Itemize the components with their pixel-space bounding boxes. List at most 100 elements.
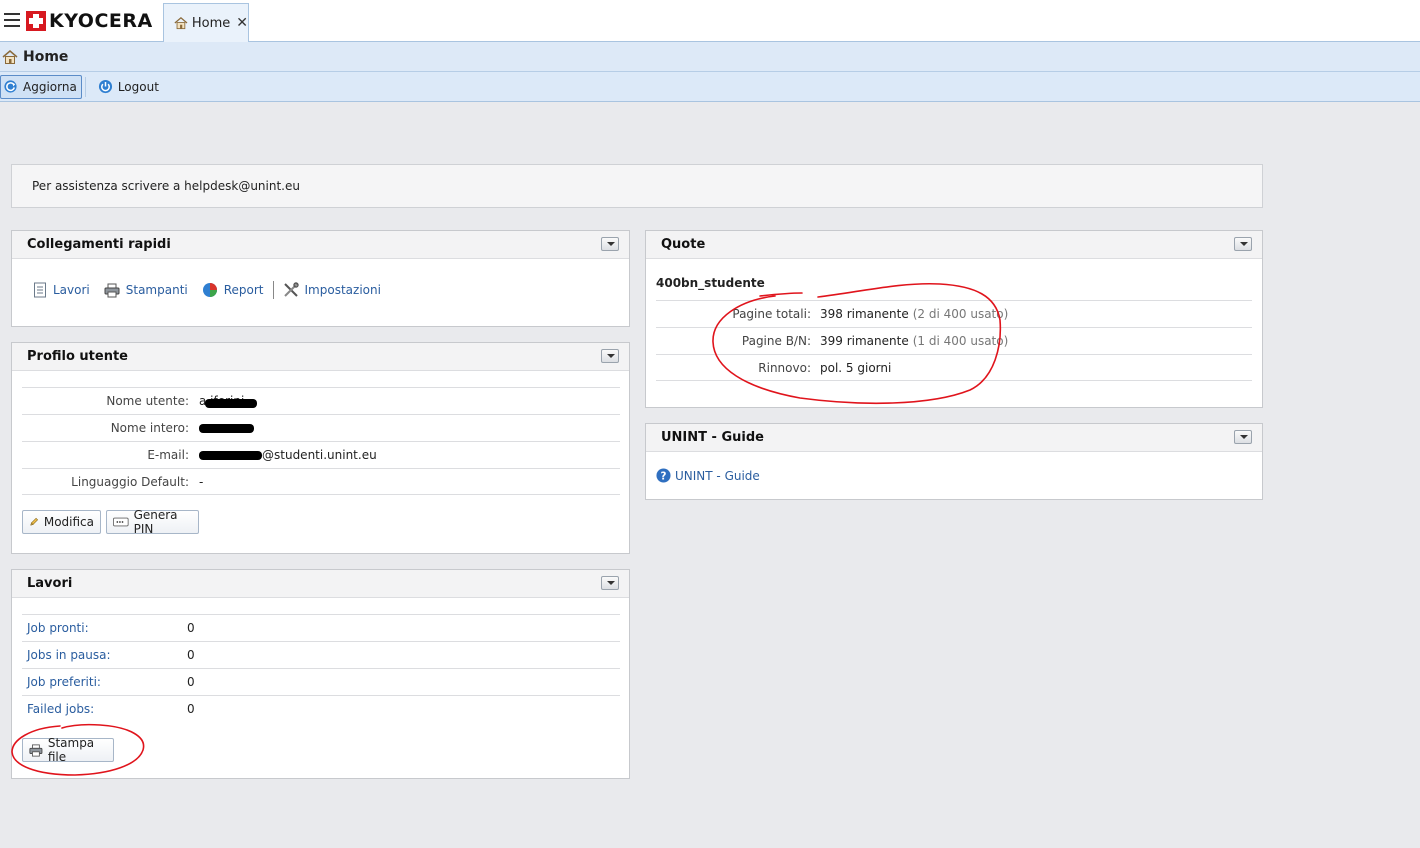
- panel-title: Lavori: [27, 576, 73, 591]
- jobs-row-ready: Job pronti: 0: [22, 614, 620, 641]
- guide-link-label: UNINT - Guide: [675, 468, 760, 483]
- pencil-icon: [30, 517, 39, 526]
- refresh-icon: [4, 80, 17, 93]
- refresh-button[interactable]: Aggiorna: [0, 74, 82, 99]
- chevron-down-icon[interactable]: [601, 576, 619, 590]
- jobs-panel: Lavori Job pronti: 0 Jobs in pausa: 0 Jo…: [11, 569, 630, 779]
- guide-panel: UNINT - Guide ? UNINT - Guide: [645, 423, 1263, 500]
- chevron-down-icon[interactable]: [1234, 237, 1252, 251]
- jobs-paused-link[interactable]: Jobs in pausa:: [22, 648, 187, 662]
- profile-row-email: E-mail: @studenti.unint.eu: [22, 441, 620, 468]
- chevron-down-icon[interactable]: [601, 237, 619, 251]
- quota-label: Pagine totali:: [732, 307, 811, 321]
- quota-profile-name: 400bn_studente: [656, 276, 765, 290]
- quick-link-jobs[interactable]: Lavori: [33, 282, 90, 298]
- logout-button[interactable]: Logout: [96, 75, 163, 99]
- jobs-failed-count: 0: [187, 702, 195, 716]
- quick-link-divider: [272, 281, 274, 299]
- redaction-mark: [199, 424, 254, 433]
- kyocera-logo: KYOCERA: [26, 9, 153, 33]
- email-value: @studenti.unint.eu: [262, 448, 377, 462]
- panel-title: Collegamenti rapidi: [27, 237, 171, 252]
- edit-profile-label: Modifica: [43, 515, 94, 529]
- redaction-mark: [205, 399, 257, 408]
- keypad-icon: [113, 517, 129, 527]
- jobs-ready-link[interactable]: Job pronti:: [22, 621, 187, 635]
- panel-header: Quote: [646, 231, 1262, 259]
- quota-row-bw: Pagine B/N: 399 rimanente (1 di 400 usat…: [656, 327, 1252, 354]
- quota-detail: (1 di 400 usato): [912, 334, 1009, 348]
- quota-value: 399 rimanente: [820, 334, 909, 348]
- panel-title: Quote: [661, 237, 706, 252]
- quota-detail: (2 di 400 usato): [912, 307, 1009, 321]
- power-icon: [98, 79, 112, 94]
- quota-label: Pagine B/N:: [741, 334, 811, 348]
- top-bar: KYOCERA Home ✕: [0, 0, 1420, 42]
- guide-link[interactable]: ? UNINT - Guide: [656, 468, 760, 483]
- jobs-row-favorites: Job preferiti: 0: [22, 668, 620, 695]
- jobs-failed-link[interactable]: Failed jobs:: [22, 702, 187, 716]
- quota-row-renewal: Rinnovo: pol. 5 giorni: [656, 354, 1252, 381]
- pie-chart-icon: [202, 283, 217, 297]
- profile-value: @studenti.unint.eu: [199, 448, 377, 462]
- quick-link-label: Stampanti: [125, 283, 188, 297]
- profile-label: E-mail:: [147, 448, 189, 462]
- print-file-label: Stampa file: [47, 736, 95, 764]
- profile-value: -: [199, 474, 204, 489]
- print-file-button[interactable]: Stampa file: [22, 736, 114, 764]
- jobs-favorites-link[interactable]: Job preferiti:: [22, 675, 187, 689]
- support-notice: Per assistenza scrivere a helpdesk@unint…: [11, 164, 1263, 208]
- chevron-down-icon[interactable]: [601, 349, 619, 363]
- quick-link-printers[interactable]: Stampanti: [104, 283, 188, 298]
- edit-profile-button[interactable]: Modifica: [22, 510, 101, 534]
- quick-link-label: Impostazioni: [304, 283, 381, 297]
- tab-home-label: Home: [191, 15, 231, 31]
- help-icon: ?: [656, 468, 671, 483]
- quota-panel: Quote 400bn_studente Pagine totali: 398 …: [645, 230, 1263, 408]
- jobs-ready-count: 0: [187, 621, 195, 635]
- profile-label: Nome intero:: [110, 421, 189, 435]
- jobs-paused-count: 0: [187, 648, 195, 662]
- close-icon[interactable]: ✕: [236, 15, 248, 31]
- quota-row-total: Pagine totali: 398 rimanente (2 di 400 u…: [656, 300, 1252, 327]
- chevron-down-icon[interactable]: [1234, 430, 1252, 444]
- quick-link-settings[interactable]: Impostazioni: [283, 282, 381, 298]
- profile-label: Linguaggio Default:: [71, 474, 189, 489]
- logout-label: Logout: [117, 79, 159, 94]
- generate-pin-button[interactable]: Genera PIN: [106, 508, 199, 536]
- profile-row-username: Nome utente: a iferini: [22, 387, 620, 414]
- printer-icon: [104, 283, 120, 297]
- profile-value: a iferini: [199, 394, 257, 408]
- profile-label: Nome utente:: [106, 394, 189, 408]
- panel-header: Profilo utente: [12, 343, 629, 371]
- panel-title: Profilo utente: [27, 349, 128, 364]
- home-icon: [174, 16, 188, 30]
- panel-header: Lavori: [12, 570, 629, 598]
- tab-home[interactable]: Home ✕: [163, 3, 249, 42]
- user-profile-panel: Profilo utente Nome utente: a iferini No…: [11, 342, 630, 554]
- logo-text: KYOCERA: [49, 10, 153, 32]
- profile-value: [199, 421, 254, 435]
- printer-icon: [29, 743, 43, 757]
- jobs-row-failed: Failed jobs: 0: [22, 695, 620, 722]
- panel-title: UNINT - Guide: [661, 430, 764, 445]
- profile-row-language: Linguaggio Default: -: [22, 468, 620, 495]
- generate-pin-label: Genera PIN: [133, 508, 178, 536]
- menu-icon[interactable]: [4, 13, 20, 27]
- quota-label: Rinnovo:: [758, 360, 811, 375]
- quick-links-panel: Collegamenti rapidi Lavori Stampanti Rep…: [11, 230, 630, 327]
- panel-header: Collegamenti rapidi: [12, 231, 629, 259]
- toolbar: Aggiorna Logout: [0, 72, 1420, 102]
- profile-row-fullname: Nome intero:: [22, 414, 620, 441]
- redaction-mark: [199, 451, 262, 460]
- refresh-label: Aggiorna: [23, 79, 77, 94]
- page-title: Home: [23, 48, 69, 65]
- quick-link-label: Report: [223, 283, 264, 297]
- toolbar-divider: [84, 76, 86, 97]
- panel-header: UNINT - Guide: [646, 424, 1262, 452]
- document-icon: [34, 282, 46, 298]
- quota-value: 398 rimanente: [820, 307, 909, 321]
- quick-link-report[interactable]: Report: [202, 282, 264, 298]
- quota-value: pol. 5 giorni: [820, 360, 892, 375]
- svg-text:?: ?: [661, 470, 667, 482]
